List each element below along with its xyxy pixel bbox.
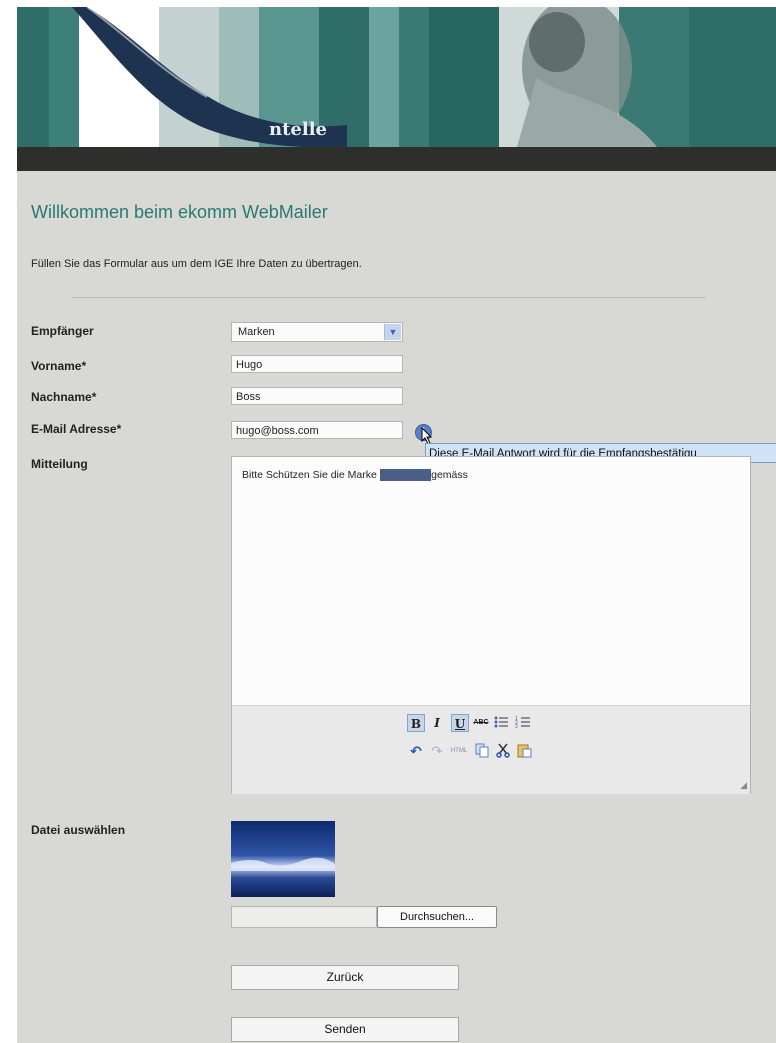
numbered-list-icon[interactable]: 123 <box>514 714 532 732</box>
strikethrough-button[interactable]: ABC <box>472 714 490 732</box>
redo-icon[interactable]: ↷ <box>428 742 446 760</box>
svg-text:3: 3 <box>515 724 518 730</box>
divider <box>72 297 706 298</box>
recipient-select-value: Marken <box>238 326 275 338</box>
underline-button[interactable]: U <box>451 714 469 732</box>
required-marker: * <box>116 422 122 436</box>
file-label: Datei auswählen <box>31 823 126 837</box>
lastname-label-text: Nachname <box>31 390 92 404</box>
message-text-after: gemäss <box>431 469 468 481</box>
italic-button[interactable]: I <box>428 714 446 732</box>
message-text-before: Bitte Schützen Sie die Marke <box>242 469 377 481</box>
browse-button[interactable]: Durchsuchen... <box>377 906 497 928</box>
message-editor[interactable]: Bitte Schützen Sie die Marke Hugo Bossge… <box>231 456 751 794</box>
send-button[interactable]: Senden <box>231 1017 459 1042</box>
bold-button[interactable]: B <box>407 714 425 732</box>
logo-text: ntelle <box>269 119 327 140</box>
message-text-highlight: Hugo Boss <box>379 469 432 481</box>
recipient-label: Empfänger <box>31 324 94 338</box>
html-button[interactable]: HTML <box>448 742 470 760</box>
copy-icon[interactable] <box>473 742 491 760</box>
file-path-input[interactable] <box>231 906 377 928</box>
header-dark-bar <box>17 147 776 171</box>
firstname-input[interactable]: Hugo <box>231 355 403 373</box>
page: ntelle Willkommen beim ekomm WebMailer F… <box>17 7 776 1043</box>
email-input[interactable]: hugo@boss.com <box>231 421 403 439</box>
file-preview-image <box>231 821 335 897</box>
back-button[interactable]: Zurück <box>231 965 459 990</box>
lastname-input[interactable]: Boss <box>231 387 403 405</box>
resize-handle-icon[interactable]: ◢ <box>740 780 747 791</box>
email-label: E-Mail Adresse* <box>31 422 121 436</box>
page-title: Willkommen beim ekomm WebMailer <box>31 202 328 222</box>
required-marker: * <box>81 359 87 373</box>
chevron-down-icon[interactable]: ▼ <box>384 324 401 340</box>
paste-icon[interactable] <box>515 742 533 760</box>
recipient-select[interactable]: Marken ▼ <box>231 322 403 342</box>
bullet-list-icon[interactable] <box>492 714 510 732</box>
message-text[interactable]: Bitte Schützen Sie die Marke Hugo Bossge… <box>242 469 468 481</box>
header-banner: ntelle <box>17 7 776 147</box>
cut-icon[interactable] <box>494 742 512 760</box>
banner-graphic <box>72 7 657 147</box>
undo-icon[interactable]: ↶ <box>407 742 425 760</box>
email-label-text: E-Mail Adresse <box>31 422 117 436</box>
intro-text: Füllen Sie das Formular aus um dem IGE I… <box>31 258 362 270</box>
message-label: Mitteilung <box>31 457 88 471</box>
editor-toolbar: B I U ABC 123 ↶ ↷ HTML <box>232 705 750 794</box>
required-marker: * <box>91 390 97 404</box>
lastname-label: Nachname* <box>31 390 96 404</box>
firstname-label: Vorname* <box>31 359 86 373</box>
firstname-label-text: Vorname <box>31 359 82 373</box>
